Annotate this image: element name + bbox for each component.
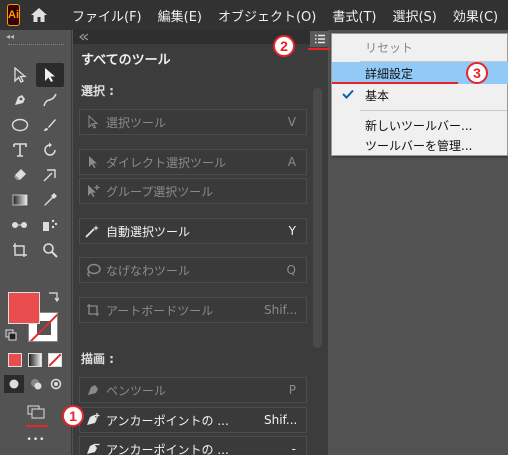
list-menu-icon (315, 34, 325, 44)
ellipse-tool-icon[interactable] (6, 113, 34, 137)
tool-row-label: アンカーポイントの ... (106, 413, 229, 428)
collapse-toolbar-button[interactable]: ◂◂ (6, 32, 14, 41)
paintbrush-tool-icon[interactable] (36, 113, 64, 137)
pen-tool-icon[interactable] (6, 88, 34, 112)
eraser-tool-icon[interactable] (6, 163, 34, 187)
tool-row-shortcut: A (287, 155, 296, 169)
menu-separator (360, 110, 507, 111)
draw-behind-icon[interactable] (26, 375, 46, 393)
draw-normal-icon[interactable] (4, 375, 24, 393)
delete-anchor-icon (80, 442, 106, 455)
menu-file[interactable]: ファイル(F) (64, 6, 150, 25)
tool-row-shortcut: P (288, 383, 296, 397)
tool-row-direct-selection[interactable]: ダイレクト選択ツール A (79, 149, 307, 175)
menu-object[interactable]: オブジェクト(O) (210, 6, 324, 25)
symbol-sprayer-tool-icon[interactable] (36, 213, 64, 237)
tool-row-label: 選択ツール (106, 115, 167, 130)
rotate-tool-icon[interactable] (36, 138, 64, 162)
tool-row-label: 自動選択ツール (106, 224, 191, 239)
section-draw-label: 描画 : (81, 352, 114, 366)
tool-row-label: アンカーポイントの ... (106, 442, 229, 455)
tool-row-label: グループ選択ツール (106, 184, 214, 199)
annotation-badge-2: 2 (273, 35, 295, 57)
tool-row-shortcut: Q (286, 263, 296, 277)
tools-toolbar: ◂◂ ••• (0, 30, 72, 455)
menu-item-basic[interactable]: 基本 (332, 84, 508, 106)
edit-toolbar-button[interactable]: ••• (22, 428, 50, 452)
screen-mode-icon[interactable] (22, 400, 50, 424)
type-tool-icon[interactable] (6, 138, 34, 162)
checkmark-icon (342, 88, 354, 102)
annotation-underline-3 (332, 82, 458, 84)
default-colors-icon[interactable] (4, 328, 18, 342)
home-icon[interactable] (30, 2, 48, 28)
tool-row-magic-wand[interactable]: 自動選択ツール Y (79, 218, 307, 244)
panel-menu-button[interactable] (310, 31, 330, 47)
section-select-label: 選択 : (81, 84, 114, 98)
tool-row-artboard[interactable]: アートボードツール Shif... (79, 297, 307, 323)
tool-row-shortcut: V (287, 115, 296, 129)
tool-row-label: ダイレクト選択ツール (106, 155, 227, 170)
tool-row-shortcut: Shif... (264, 303, 298, 317)
color-mode-icon[interactable] (8, 353, 22, 367)
artboard-tool-icon[interactable] (6, 238, 34, 262)
artboard-icon (80, 303, 106, 317)
tool-row-selection[interactable]: 選択ツール V (79, 109, 307, 135)
eyedropper-tool-icon[interactable] (36, 188, 64, 212)
selection-tool-icon[interactable] (6, 63, 34, 87)
annotation-badge-1: 1 (62, 405, 84, 427)
panel-scrollbar[interactable] (313, 88, 322, 348)
tool-row-label: なげなわツール (106, 263, 191, 278)
all-tools-panel: すべてのツール 選択 : 選択ツール V ダイレクト選択ツール A グループ選択… (73, 30, 328, 455)
menu-select[interactable]: 選択(S) (384, 6, 444, 25)
menu-item-new-toolbar[interactable]: 新しいツールバー... (332, 114, 508, 136)
direct-selection-tool-icon[interactable] (36, 63, 64, 87)
menu-item-reset[interactable]: リセット (332, 36, 508, 58)
tool-row-shortcut: Shif... (264, 413, 298, 427)
pen-icon (80, 383, 106, 397)
curvature-tool-icon[interactable] (36, 88, 64, 112)
toolbar-grip[interactable] (8, 44, 64, 47)
tool-row-shortcut: - (291, 442, 296, 455)
lasso-icon (80, 263, 106, 277)
fill-color-swatch[interactable] (8, 292, 40, 324)
tool-row-add-anchor[interactable]: アンカーポイントの ... Shif... (79, 407, 307, 433)
none-mode-icon[interactable] (48, 353, 62, 367)
draw-inside-icon[interactable] (46, 375, 66, 393)
direct-selection-icon (80, 155, 106, 169)
app-logo[interactable]: Ai (7, 4, 20, 26)
scale-tool-icon[interactable] (36, 163, 64, 187)
annotation-underline-1 (26, 425, 48, 427)
tool-row-pen[interactable]: ペンツール P (79, 377, 307, 403)
gradient-mode-icon[interactable] (28, 353, 42, 367)
panel-dropdown-menu: リセット 詳細設定 基本 新しいツールバー... ツールバーを管理... (331, 33, 508, 156)
zoom-tool-icon[interactable] (36, 238, 64, 262)
tool-row-lasso[interactable]: なげなわツール Q (79, 257, 307, 283)
menu-edit[interactable]: 編集(E) (150, 6, 210, 25)
magic-wand-icon (80, 224, 106, 238)
menu-item-basic-label: 基本 (365, 88, 390, 103)
annotation-badge-3: 3 (466, 62, 488, 84)
menu-bar: Ai ファイル(F) 編集(E) オブジェクト(O) 書式(T) 選択(S) 効… (0, 0, 508, 30)
gradient-tool-icon[interactable] (6, 188, 34, 212)
blend-tool-icon[interactable] (6, 213, 34, 237)
tool-row-delete-anchor[interactable]: アンカーポイントの ... - (79, 436, 307, 455)
group-selection-icon (80, 184, 106, 198)
annotation-underline-2 (308, 48, 330, 50)
selection-arrow-icon (80, 115, 106, 129)
menu-item-manage-toolbars[interactable]: ツールバーを管理... (332, 134, 508, 156)
menu-type[interactable]: 書式(T) (324, 6, 384, 25)
menu-effect[interactable]: 効果(C) (445, 6, 506, 25)
panel-title: すべてのツール (81, 53, 171, 68)
tool-row-shortcut: Y (288, 224, 296, 238)
swap-colors-icon[interactable] (44, 288, 62, 306)
tool-row-label: ペンツール (106, 383, 167, 398)
tool-row-label: アートボードツール (106, 303, 214, 318)
tool-row-group-selection[interactable]: グループ選択ツール (79, 178, 307, 204)
